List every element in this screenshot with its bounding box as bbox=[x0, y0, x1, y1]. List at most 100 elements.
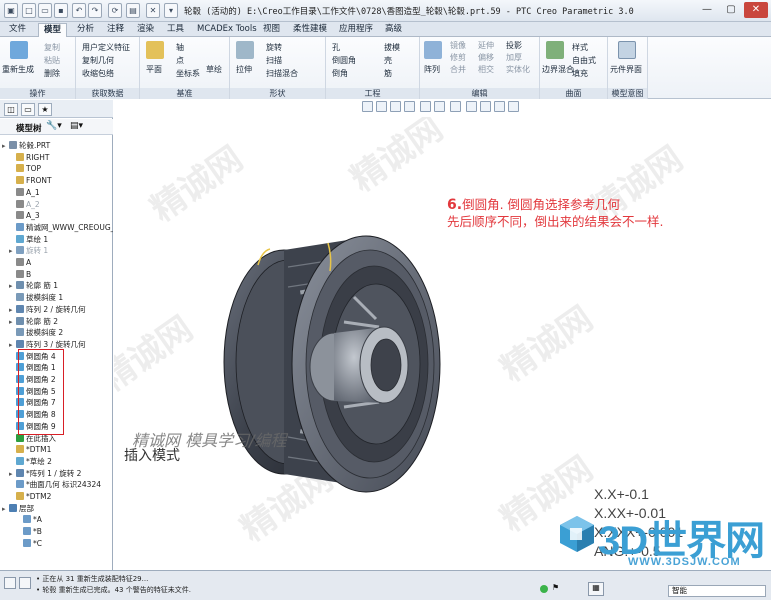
round-button[interactable]: 倒圆角 bbox=[332, 55, 356, 66]
zoom-in-icon[interactable] bbox=[376, 101, 387, 112]
minimize-button[interactable]: — bbox=[695, 2, 719, 18]
tree-node[interactable]: ▸ 轮廓 筋 1 bbox=[9, 280, 58, 291]
refit-icon[interactable] bbox=[362, 101, 373, 112]
annotation-display-icon[interactable] bbox=[494, 101, 505, 112]
tree-node[interactable]: ▸ 轮廓 筋 2 bbox=[9, 316, 58, 327]
sweep-button[interactable]: 扫描 bbox=[266, 55, 282, 66]
close-button[interactable]: ✕ bbox=[744, 2, 768, 18]
regenerate-icon[interactable]: ⟳ bbox=[108, 3, 122, 18]
regenerate-icon[interactable] bbox=[10, 41, 28, 59]
tree-node[interactable]: B bbox=[9, 269, 31, 280]
folder-browser-tab-icon[interactable]: ▭ bbox=[21, 103, 35, 116]
tree-node[interactable]: ▸ 轮毂.PRT bbox=[2, 140, 50, 151]
boundary-blend-button[interactable]: 边界混合 bbox=[542, 64, 574, 75]
selection-filter-dropdown[interactable]: 智能 bbox=[668, 585, 766, 597]
expand-toggle-icon[interactable]: ▸ bbox=[9, 317, 16, 328]
csys-button[interactable]: 坐标系 bbox=[176, 68, 200, 79]
wheel-hub-model[interactable] bbox=[204, 227, 464, 502]
freestyle-button[interactable]: 自由式 bbox=[572, 55, 596, 66]
graphics-window[interactable]: 精诚网 精诚网 精诚网 精诚网 精诚网 精诚网 精诚网 6.倒圆角. 倒圆角选择… bbox=[114, 117, 771, 570]
copy-button[interactable]: 复制 bbox=[44, 42, 60, 53]
extrude-icon[interactable] bbox=[236, 41, 254, 59]
mirror-button[interactable]: 镜像 bbox=[450, 40, 466, 51]
favorites-tab-icon[interactable]: ★ bbox=[38, 103, 52, 116]
tree-node[interactable]: *A bbox=[16, 514, 42, 525]
save-icon[interactable]: ▪ bbox=[54, 3, 68, 18]
intersect-button[interactable]: 相交 bbox=[478, 64, 494, 75]
tree-node[interactable]: A_1 bbox=[9, 187, 40, 198]
tab-view[interactable]: 视图 bbox=[258, 23, 285, 37]
window-icon[interactable]: ▤ bbox=[126, 3, 140, 18]
boundary-blend-icon[interactable] bbox=[546, 41, 564, 59]
close-window-icon[interactable]: ✕ bbox=[146, 3, 160, 18]
expand-toggle-icon[interactable]: ▸ bbox=[2, 141, 9, 152]
tree-node[interactable]: FRONT bbox=[9, 175, 52, 186]
copy-geometry-button[interactable]: 复制几何 bbox=[82, 55, 114, 66]
tree-node[interactable]: *DTM2 bbox=[9, 491, 51, 502]
model-tree-tab-icon[interactable]: ◫ bbox=[4, 103, 18, 116]
solidify-button[interactable]: 实体化 bbox=[506, 64, 530, 75]
shell-button[interactable]: 壳 bbox=[384, 55, 392, 66]
toggle-navigator-icon[interactable] bbox=[4, 577, 16, 589]
point-button[interactable]: 点 bbox=[176, 55, 184, 66]
merge-button[interactable]: 合并 bbox=[450, 64, 466, 75]
tab-file[interactable]: 文件 bbox=[4, 23, 31, 37]
flag-icon[interactable]: ⚑ bbox=[552, 583, 570, 593]
shrinkwrap-button[interactable]: 收缩包络 bbox=[82, 68, 114, 79]
tree-node[interactable]: ▸ *阵列 1 / 旋转 2 bbox=[9, 468, 81, 479]
tree-node[interactable]: ▸ 旋转 1 bbox=[9, 245, 48, 256]
perspective-icon[interactable] bbox=[466, 101, 477, 112]
tab-mcadex[interactable]: MCADEx Tools bbox=[192, 23, 262, 37]
regenerate-button[interactable]: 重新生成 bbox=[2, 64, 34, 75]
offset-button[interactable]: 偏移 bbox=[478, 52, 494, 63]
tab-applications[interactable]: 应用程序 bbox=[334, 23, 378, 37]
undo-icon[interactable]: ↶ bbox=[72, 3, 86, 18]
redo-icon[interactable]: ↷ bbox=[88, 3, 102, 18]
revolve-button[interactable]: 旋转 bbox=[266, 42, 282, 53]
open-file-icon[interactable]: ▭ bbox=[38, 3, 52, 18]
thicken-button[interactable]: 加厚 bbox=[506, 52, 522, 63]
swept-blend-button[interactable]: 扫描混合 bbox=[266, 68, 298, 79]
tree-node[interactable]: 拔模斜度 2 bbox=[9, 327, 63, 338]
view-manager-icon[interactable] bbox=[450, 101, 461, 112]
tree-settings-icon[interactable]: 🔧▾ bbox=[46, 121, 62, 131]
saved-orientations-icon[interactable] bbox=[434, 101, 445, 112]
tree-node[interactable]: *草绘 2 bbox=[9, 456, 52, 467]
expand-toggle-icon[interactable]: ▸ bbox=[2, 504, 9, 515]
datum-display-icon[interactable] bbox=[480, 101, 491, 112]
tab-tools[interactable]: 工具 bbox=[162, 23, 189, 37]
sketch-button[interactable]: 草绘 bbox=[206, 64, 222, 75]
selection-filter-icon[interactable]: ▦ bbox=[588, 582, 604, 596]
delete-button[interactable]: 删除 bbox=[44, 68, 60, 79]
plane-button[interactable]: 平面 bbox=[146, 64, 162, 75]
expand-toggle-icon[interactable]: ▸ bbox=[9, 246, 16, 257]
customize-toolbar-icon[interactable]: ▾ bbox=[164, 3, 178, 18]
maximize-button[interactable]: ▢ bbox=[719, 2, 743, 18]
tree-node[interactable]: 精诚网_WWW_CREOUG_C bbox=[9, 222, 113, 233]
tab-model[interactable]: 模型 bbox=[38, 23, 68, 37]
plane-icon[interactable] bbox=[146, 41, 164, 59]
tab-flexible-modeling[interactable]: 柔性建模 bbox=[288, 23, 332, 37]
tree-node[interactable]: RIGHT bbox=[9, 152, 49, 163]
udf-button[interactable]: 用户定义特征 bbox=[82, 42, 130, 53]
toggle-browser-icon[interactable] bbox=[19, 577, 31, 589]
tree-node[interactable]: *B bbox=[16, 526, 42, 537]
show-menu-icon[interactable]: ▤▾ bbox=[70, 121, 83, 131]
extend-button[interactable]: 延伸 bbox=[478, 40, 494, 51]
axis-button[interactable]: 轴 bbox=[176, 42, 184, 53]
hole-button[interactable]: 孔 bbox=[332, 42, 340, 53]
component-interface-icon[interactable] bbox=[618, 41, 636, 59]
zoom-out-icon[interactable] bbox=[390, 101, 401, 112]
chamfer-button[interactable]: 倒角 bbox=[332, 68, 348, 79]
spin-center-icon[interactable] bbox=[508, 101, 519, 112]
tree-node[interactable]: 草绘 1 bbox=[9, 234, 48, 245]
tab-annotate[interactable]: 注释 bbox=[102, 23, 129, 37]
trim-button[interactable]: 修剪 bbox=[450, 52, 466, 63]
tree-node[interactable]: A bbox=[9, 257, 31, 268]
tree-node[interactable]: ▸ 层部 bbox=[2, 503, 34, 514]
project-button[interactable]: 投影 bbox=[506, 40, 522, 51]
tab-advanced[interactable]: 高级 bbox=[380, 23, 407, 37]
expand-toggle-icon[interactable]: ▸ bbox=[9, 305, 16, 316]
expand-toggle-icon[interactable]: ▸ bbox=[9, 340, 16, 351]
expand-toggle-icon[interactable]: ▸ bbox=[9, 469, 16, 480]
